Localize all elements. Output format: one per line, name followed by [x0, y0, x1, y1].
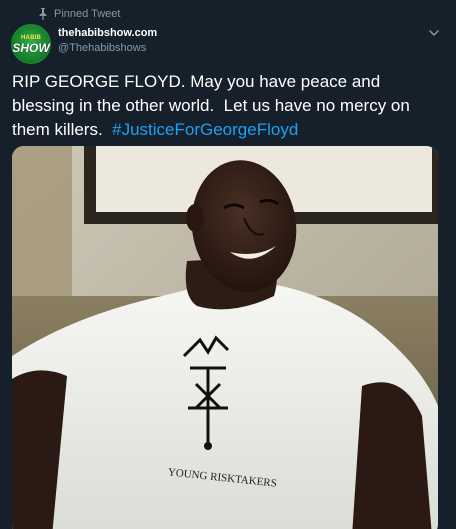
pin-icon: [38, 8, 48, 20]
avatar-logo-top-text: HABIB: [21, 34, 41, 41]
tweet-card[interactable]: Pinned Tweet HABIB SHOW thehabibshow.com…: [0, 0, 456, 529]
avatar-logo-main-text: SHOW: [12, 40, 50, 55]
media-photo: YOUNG RISKTAKERS: [12, 146, 438, 529]
tweet-media-image[interactable]: YOUNG RISKTAKERS: [12, 146, 438, 529]
curtain: [12, 146, 72, 306]
user-info[interactable]: thehabibshow.com @Thehabibshows: [58, 26, 157, 55]
display-name[interactable]: thehabibshow.com: [58, 26, 157, 40]
chevron-down-icon[interactable]: [428, 26, 440, 38]
user-handle[interactable]: @Thehabibshows: [58, 41, 157, 55]
avatar[interactable]: HABIB SHOW: [11, 24, 51, 64]
ear: [186, 204, 204, 232]
pinned-indicator: Pinned Tweet: [38, 6, 120, 22]
tweet-text: RIP GEORGE FLOYD. May you have peace and…: [12, 70, 432, 142]
avatar-logo: HABIB SHOW: [12, 25, 50, 63]
hashtag-link[interactable]: #JusticeForGeorgeFloyd: [112, 120, 298, 139]
pinned-label: Pinned Tweet: [54, 8, 121, 20]
